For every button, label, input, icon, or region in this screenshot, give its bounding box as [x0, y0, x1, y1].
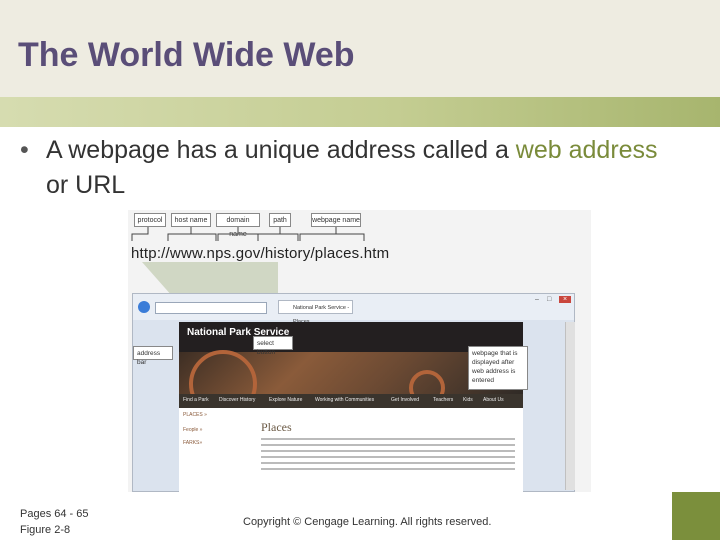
callout-webpage: webpage that is displayed after web addr…	[468, 346, 528, 390]
url-figure: protocol host name domain name path webp…	[128, 210, 591, 492]
accent-stripe	[0, 97, 720, 127]
nav-item[interactable]: Kids	[463, 397, 473, 403]
footer-accent-box	[672, 492, 720, 540]
nav-item[interactable]: Find a Park	[183, 397, 209, 403]
site-nav: Find a Park Discover History Explore Nat…	[179, 394, 523, 408]
bullet-text-end: or URL	[46, 171, 126, 199]
nav-item[interactable]: About Us	[483, 397, 504, 403]
figure-label: Figure 2-8	[20, 524, 71, 536]
site-body: PLACES » Feople » FARKS» Places	[179, 408, 523, 492]
nav-item[interactable]: Get Involved	[391, 397, 419, 403]
bullet-highlight: web address	[515, 136, 658, 164]
maximize-icon[interactable]: □	[547, 296, 555, 303]
side-nav-item[interactable]: FARKS»	[183, 440, 249, 446]
browser-window: National Park Service - Places... – □ × …	[132, 293, 575, 492]
nav-item[interactable]: Discover History	[219, 397, 255, 403]
nav-item[interactable]: Explore Nature	[269, 397, 302, 403]
nav-item[interactable]: Teachers	[433, 397, 453, 403]
nav-item[interactable]: Working with Communities	[315, 397, 374, 403]
callout-address-bar: address bar	[133, 346, 173, 366]
slide-title: The World Wide Web	[18, 36, 355, 74]
back-button[interactable]	[138, 301, 150, 313]
body-text-lines	[261, 438, 515, 474]
scrollbar[interactable]	[565, 322, 575, 490]
browser-tab[interactable]: National Park Service - Places...	[278, 300, 353, 325]
pages-label: Pages 64 - 65	[20, 508, 89, 520]
url-display: http://www.nps.gov/history/places.htm	[131, 245, 390, 262]
copyright: Copyright © Cengage Learning. All rights…	[243, 516, 492, 528]
places-heading: Places	[261, 420, 292, 434]
browser-toolbar: National Park Service - Places... – □ ×	[133, 294, 574, 325]
callout-select-button: select button	[253, 336, 293, 356]
page-reference: Pages 64 - 65 Figure 2-8	[20, 506, 89, 538]
bullet-marker: •	[20, 136, 29, 164]
minimize-icon[interactable]: –	[535, 296, 543, 303]
bullet-text: A webpage has a unique address called a …	[46, 133, 686, 203]
side-nav-item[interactable]: PLACES »	[183, 412, 249, 418]
side-nav-item[interactable]: Feople »	[183, 427, 249, 433]
close-icon[interactable]: ×	[559, 296, 571, 303]
bullet-text-start: A webpage has a unique address called a	[46, 136, 516, 164]
address-bar[interactable]	[155, 302, 267, 314]
side-nav: PLACES » Feople » FARKS»	[183, 412, 249, 446]
